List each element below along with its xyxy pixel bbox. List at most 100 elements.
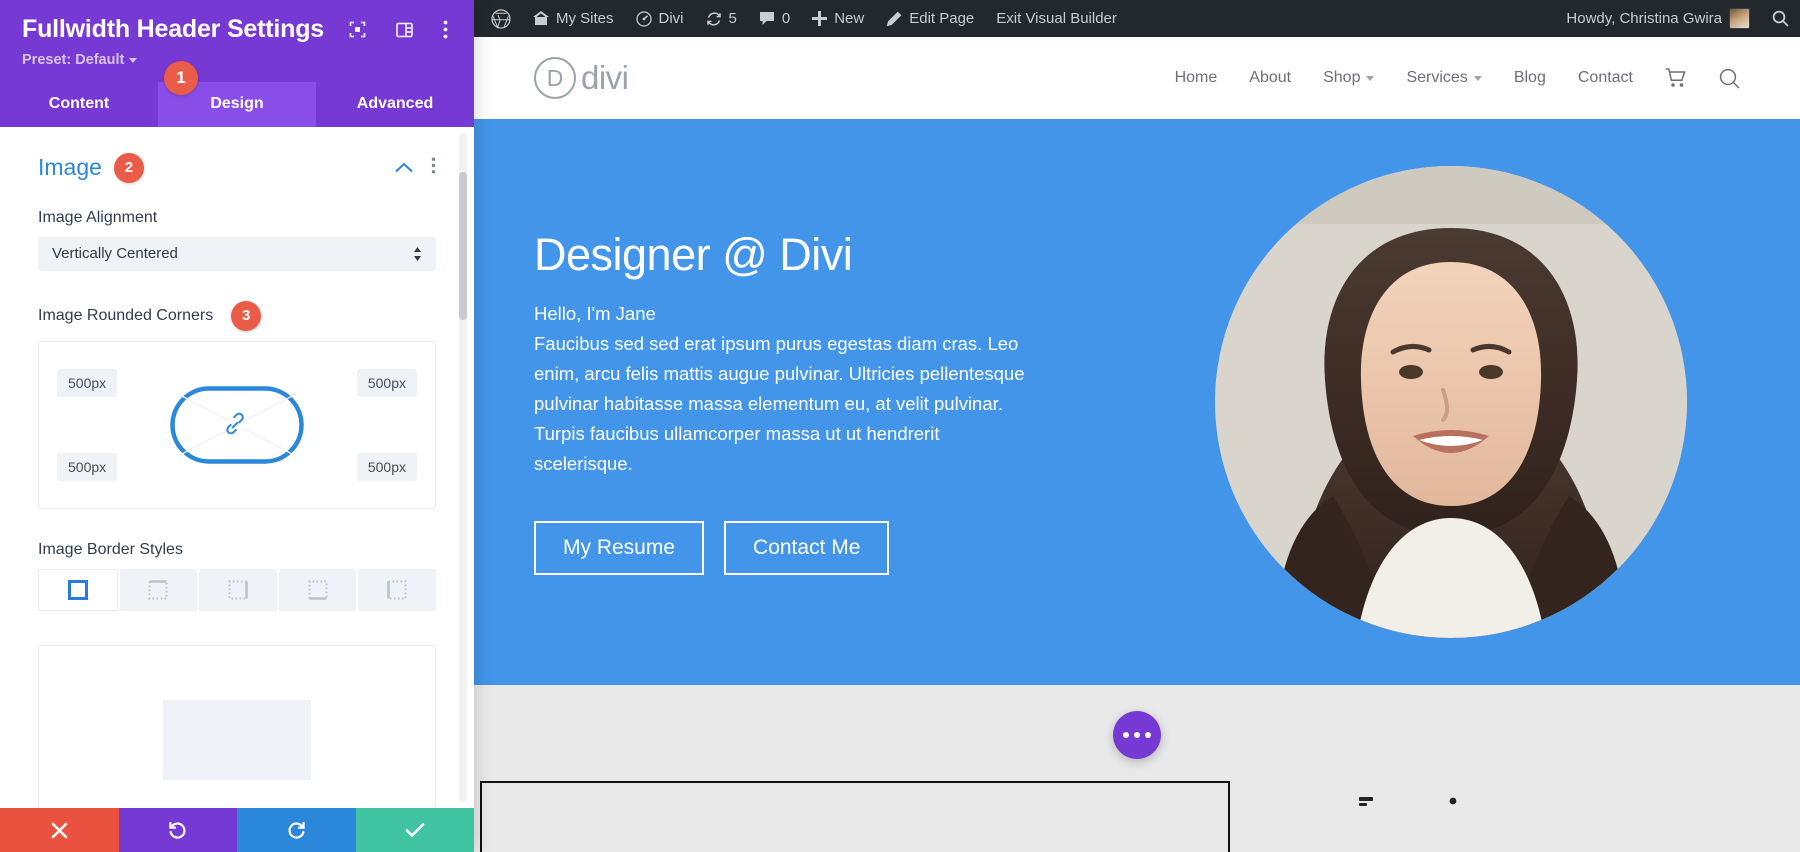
nav-label: Home	[1175, 69, 1218, 87]
page-body-below-hero	[474, 685, 1800, 852]
settings-tabs: Content Design Advanced	[0, 82, 474, 127]
save-button[interactable]	[356, 808, 475, 852]
module-settings-panel: Fullwidth Header Settings	[0, 0, 474, 852]
image-alignment-select[interactable]: Vertically Centered	[38, 237, 436, 271]
updates-refresh-icon	[706, 11, 722, 27]
border-styles-label: Image Border Styles	[38, 541, 183, 559]
corner-value-bottom-right[interactable]: 500px	[357, 453, 417, 481]
border-right-icon[interactable]	[199, 569, 277, 611]
exit-visual-builder-label: Exit Visual Builder	[996, 10, 1117, 27]
mini-control-b-icon[interactable]	[1449, 797, 1457, 808]
nav-item-home[interactable]: Home	[1175, 69, 1218, 87]
site-logo[interactable]: D divi	[534, 57, 629, 99]
focus-icon[interactable]	[349, 21, 366, 38]
mini-control-a-icon[interactable]	[1359, 797, 1373, 809]
chevron-down-icon	[1366, 76, 1374, 81]
settings-panel-header: Fullwidth Header Settings	[0, 0, 474, 82]
cancel-button[interactable]	[0, 808, 119, 852]
settings-panel-body: Image 2 Image Alignment	[0, 127, 474, 809]
corner-value-top-right[interactable]: 500px	[357, 369, 417, 397]
my-sites-item[interactable]: My Sites	[522, 0, 625, 37]
nav-label: About	[1249, 69, 1291, 87]
site-search-icon[interactable]	[1719, 68, 1740, 89]
layout-columns-icon[interactable]	[396, 22, 413, 38]
border-preview-box	[38, 645, 436, 809]
tab-advanced[interactable]: Advanced	[316, 82, 474, 127]
contact-me-button[interactable]: Contact Me	[724, 521, 889, 575]
image-alignment-label-row: Image Alignment	[38, 209, 436, 227]
hero-button-group: My Resume Contact Me	[534, 521, 1141, 575]
redo-button[interactable]	[237, 808, 356, 852]
sites-house-icon	[533, 11, 549, 26]
pencil-icon	[886, 11, 902, 27]
edit-page-label: Edit Page	[909, 10, 974, 27]
nav-item-about[interactable]: About	[1249, 69, 1291, 87]
divi-gauge-icon	[636, 11, 652, 27]
section-outline-indicator	[480, 781, 1230, 852]
chevron-up-icon[interactable]	[389, 158, 419, 178]
border-styles-group	[38, 569, 436, 611]
nav-label: Contact	[1578, 69, 1633, 87]
my-sites-label: My Sites	[556, 10, 614, 27]
nav-label: Shop	[1323, 69, 1360, 87]
section-kebab-icon[interactable]	[419, 157, 436, 179]
border-top-icon[interactable]	[120, 569, 198, 611]
account-menu[interactable]: Howdy, Christina Gwira	[1555, 0, 1761, 37]
settings-scrollbar-thumb[interactable]	[459, 172, 467, 320]
image-section-header[interactable]: Image 2	[38, 153, 436, 183]
nav-item-services[interactable]: Services	[1406, 69, 1481, 87]
nav-label: Services	[1406, 69, 1467, 87]
updates-count: 5	[729, 10, 737, 27]
edit-page-item[interactable]: Edit Page	[875, 0, 985, 37]
updates-item[interactable]: 5	[695, 0, 748, 37]
rounded-corners-label-row: Image Rounded Corners 3	[38, 301, 436, 331]
primary-nav: Home About Shop Services Blog Contact	[1175, 68, 1740, 89]
nav-label: Blog	[1514, 69, 1546, 87]
corner-value-bottom-left[interactable]: 500px	[57, 453, 117, 481]
hero-body-text: Faucibus sed sed erat ipsum purus egesta…	[534, 329, 1034, 479]
wordpress-admin-bar: My Sites Divi 5	[474, 0, 1800, 37]
border-bottom-icon[interactable]	[279, 569, 357, 611]
border-all-icon[interactable]	[38, 569, 118, 611]
preset-selector[interactable]: Preset: Default	[22, 52, 452, 82]
divi-label: Divi	[659, 10, 684, 27]
admin-search-icon[interactable]	[1761, 0, 1800, 37]
plus-icon	[812, 11, 827, 26]
rounded-corners-label: Image Rounded Corners	[38, 307, 213, 325]
cart-icon[interactable]	[1665, 68, 1687, 88]
border-left-icon[interactable]	[358, 569, 436, 611]
portrait-photo	[1215, 166, 1687, 638]
image-alignment-label: Image Alignment	[38, 209, 157, 227]
chevron-down-icon	[129, 58, 137, 63]
divi-item[interactable]: Divi	[625, 0, 695, 37]
nav-item-contact[interactable]: Contact	[1578, 69, 1633, 87]
undo-button[interactable]	[119, 808, 238, 852]
avatar	[1729, 8, 1750, 29]
logo-text: divi	[581, 59, 629, 97]
rounded-corners-control: 500px 500px 500px 500px	[38, 341, 436, 509]
nav-item-blog[interactable]: Blog	[1514, 69, 1546, 87]
step-badge-3: 3	[231, 301, 261, 331]
wordpress-logo-icon[interactable]	[480, 0, 522, 37]
new-label: New	[834, 10, 864, 27]
step-badge-1: 1	[164, 61, 198, 95]
settings-panel-footer	[0, 808, 474, 852]
exit-visual-builder-item[interactable]: Exit Visual Builder	[985, 0, 1128, 37]
site-navigation-bar: D divi Home About Shop Services	[474, 37, 1800, 119]
add-section-button[interactable]	[1113, 711, 1161, 759]
hero-text-column: Designer @ Divi Hello, I'm Jane Faucibus…	[534, 229, 1161, 575]
my-resume-button[interactable]: My Resume	[534, 521, 704, 575]
logo-circle-d-icon: D	[534, 57, 576, 99]
step-badge-2: 2	[114, 153, 144, 183]
new-item[interactable]: New	[801, 0, 875, 37]
comments-count: 0	[782, 10, 790, 27]
kebab-menu-icon[interactable]	[443, 20, 448, 39]
site-preview-area: My Sites Divi 5	[474, 0, 1800, 852]
hero-image-column	[1161, 166, 1740, 638]
corner-value-top-left[interactable]: 500px	[57, 369, 117, 397]
tab-content[interactable]: Content	[0, 82, 158, 127]
howdy-label: Howdy, Christina Gwira	[1566, 10, 1722, 27]
corner-preview-shape	[170, 386, 304, 464]
nav-item-shop[interactable]: Shop	[1323, 69, 1374, 87]
comments-item[interactable]: 0	[748, 0, 801, 37]
